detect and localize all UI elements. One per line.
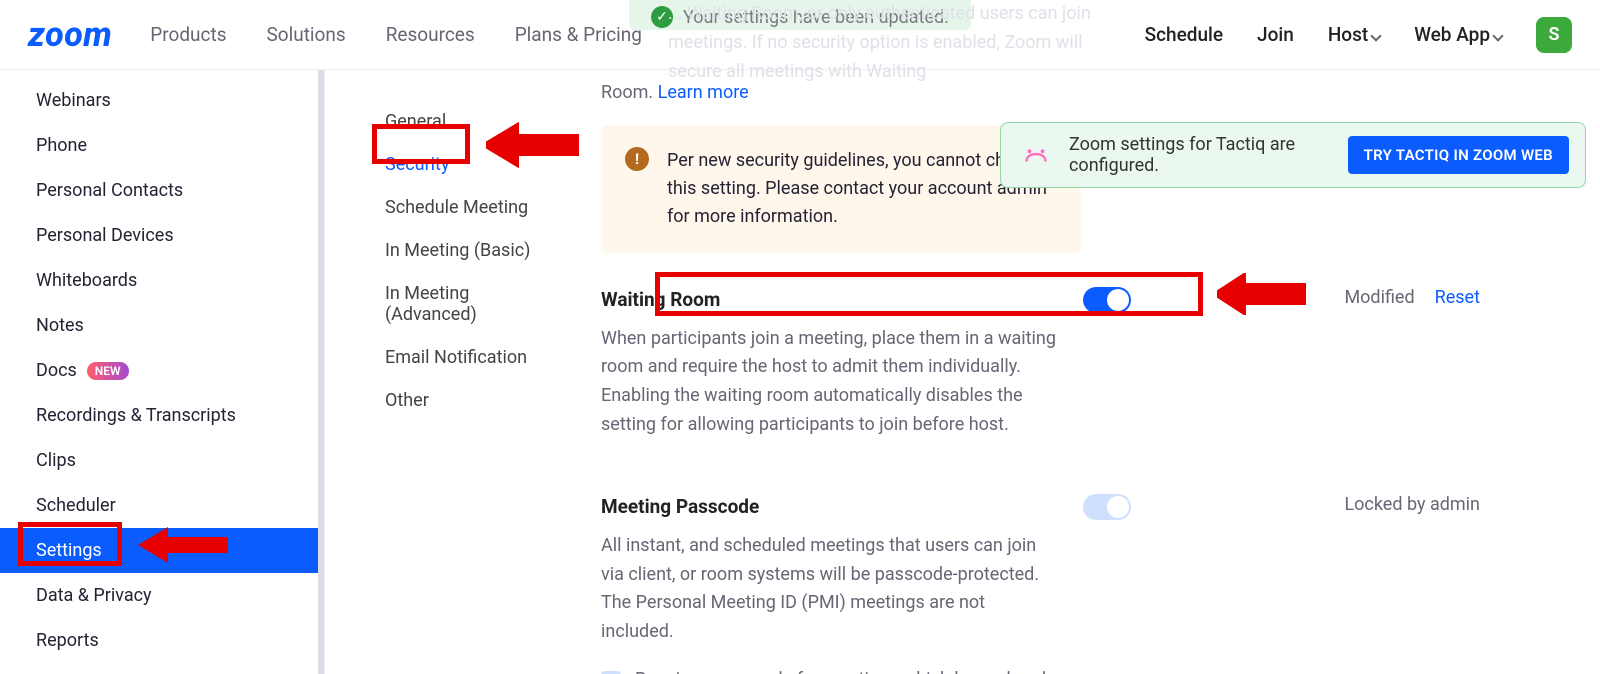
waiting-room-title: Waiting Room: [601, 288, 720, 311]
passcode-toggle: [1083, 494, 1131, 520]
tactiq-try-button[interactable]: TRY TACTIQ IN ZOOM WEB: [1348, 136, 1569, 174]
sidebar-scrollbar[interactable]: [318, 70, 324, 674]
passcode-desc: All instant, and scheduled meetings that…: [601, 532, 1061, 647]
sidebar-item-settings[interactable]: Settings: [0, 528, 324, 573]
tactiq-message: Zoom settings for Tactiq are configured.: [1069, 134, 1330, 176]
sidebar-item-docs[interactable]: DocsNEW: [0, 348, 324, 393]
settings-subnav: General Security Schedule Meeting In Mee…: [325, 70, 565, 674]
nav-join[interactable]: Join: [1257, 23, 1294, 46]
sidebar-item-data-privacy[interactable]: Data & Privacy: [0, 573, 324, 618]
subnav-other[interactable]: Other: [385, 379, 545, 422]
subnav-in-meeting-advanced[interactable]: In Meeting (Advanced): [385, 272, 545, 336]
locked-by-admin-label: Locked by admin: [1344, 494, 1480, 515]
sidebar: Webinars Phone Personal Contacts Persona…: [0, 70, 325, 674]
subnav-email-notification[interactable]: Email Notification: [385, 336, 545, 379]
subnav-general[interactable]: General: [385, 100, 545, 143]
sidebar-item-whiteboards[interactable]: Whiteboards: [0, 258, 324, 303]
nav-webapp[interactable]: Web App: [1414, 23, 1502, 46]
modified-label: Modified: [1344, 287, 1414, 308]
subnav-security[interactable]: Security: [385, 143, 545, 186]
sidebar-item-clips[interactable]: Clips: [0, 438, 324, 483]
passcode-checkbox-row: Require a passcode for meetings which ha…: [601, 669, 1061, 674]
chevron-down-icon: [1371, 30, 1382, 41]
subnav-in-meeting-basic[interactable]: In Meeting (Basic): [385, 229, 545, 272]
nav-resources[interactable]: Resources: [386, 23, 475, 46]
waiting-room-toggle[interactable]: [1083, 287, 1131, 313]
zoom-logo[interactable]: zoom: [28, 15, 112, 55]
new-badge: NEW: [87, 362, 129, 380]
check-icon: ✓: [651, 6, 673, 28]
waiting-room-desc: When participants join a meeting, place …: [601, 325, 1061, 440]
reset-link[interactable]: Reset: [1435, 287, 1480, 308]
subnav-schedule-meeting[interactable]: Schedule Meeting: [385, 186, 545, 229]
require-passcode-label: Require a passcode for meetings which ha…: [635, 669, 1061, 674]
passcode-title: Meeting Passcode: [601, 495, 759, 518]
setting-waiting-room: Waiting Room Modified Reset When partici…: [601, 287, 1540, 440]
sidebar-item-recordings[interactable]: Recordings & Transcripts: [0, 393, 324, 438]
learn-more-line: Room. Learn more: [601, 82, 1540, 103]
settings-updated-toast: ✓ Your settings have been updated.: [629, 0, 971, 30]
nav-solutions[interactable]: Solutions: [267, 23, 346, 46]
sidebar-item-scheduler[interactable]: Scheduler: [0, 483, 324, 528]
chevron-down-icon: [1492, 30, 1503, 41]
top-header: zoom Products Solutions Resources Plans …: [0, 0, 1600, 70]
warning-icon: !: [625, 147, 649, 171]
nav-plans-pricing[interactable]: Plans & Pricing: [515, 23, 642, 46]
sidebar-item-reports[interactable]: Reports: [0, 618, 324, 663]
sidebar-item-personal-contacts[interactable]: Personal Contacts: [0, 168, 324, 213]
nav-right: Schedule Join Host Web App S: [1145, 17, 1572, 53]
setting-meeting-passcode: Meeting Passcode Locked by admin All ins…: [601, 494, 1540, 674]
avatar[interactable]: S: [1536, 17, 1572, 53]
warning-text: Per new security guidelines, you cannot …: [667, 147, 1057, 231]
sidebar-item-personal-devices[interactable]: Personal Devices: [0, 213, 324, 258]
nav-products[interactable]: Products: [150, 23, 226, 46]
learn-more-link[interactable]: Learn more: [658, 82, 749, 103]
toast-text: Your settings have been updated.: [683, 7, 949, 28]
tactiq-banner: Zoom settings for Tactiq are configured.…: [1000, 122, 1586, 188]
sidebar-item-notes[interactable]: Notes: [0, 303, 324, 348]
nav-schedule[interactable]: Schedule: [1145, 23, 1223, 46]
sidebar-item-phone[interactable]: Phone: [0, 123, 324, 168]
nav-host[interactable]: Host: [1328, 23, 1380, 46]
sidebar-item-webinars[interactable]: Webinars: [0, 78, 324, 123]
tactiq-icon: [1021, 140, 1051, 170]
